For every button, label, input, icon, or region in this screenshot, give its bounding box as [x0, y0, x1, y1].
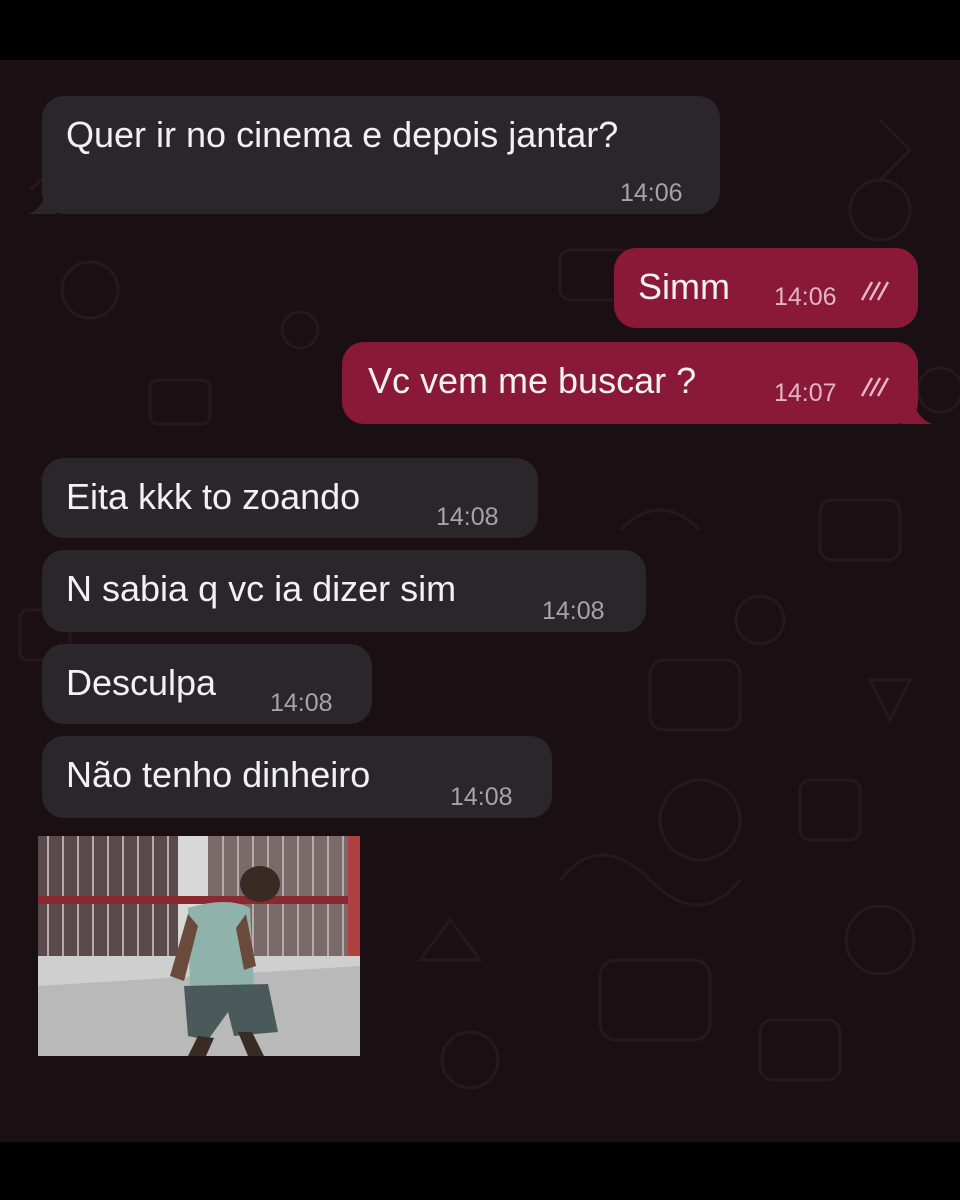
message-time: 14:07: [774, 379, 837, 407]
message-text: Quer ir no cinema e depois jantar?: [66, 114, 619, 155]
bottom-black-bar: [0, 1142, 960, 1200]
double-check-icon: [860, 377, 890, 397]
message-text: Não tenho dinheiro: [66, 754, 371, 795]
message-text: N sabia q vc ia dizer sim: [66, 568, 457, 609]
message-time: 14:08: [542, 597, 605, 625]
message-time: 14:08: [450, 783, 513, 811]
message-time: 14:06: [774, 283, 837, 311]
message-time: 14:08: [436, 503, 499, 531]
video-thumbnail[interactable]: [38, 836, 360, 1056]
bubble-tail-incoming: [28, 186, 56, 214]
bubble-tail-outgoing: [902, 396, 932, 424]
message-bubble-outgoing[interactable]: Vc vem me buscar ? 14:07: [342, 342, 918, 424]
message-bubble-incoming[interactable]: N sabia q vc ia dizer sim 14:08: [42, 550, 646, 632]
message-time: 14:08: [270, 689, 333, 717]
message-text: Desculpa: [66, 662, 217, 703]
message-text: Simm: [638, 266, 730, 307]
top-black-bar: [0, 0, 960, 60]
message-bubble-incoming[interactable]: Eita kkk to zoando 14:08: [42, 458, 538, 538]
man-walking-image: [38, 836, 360, 1056]
message-time: 14:06: [620, 179, 683, 207]
message-bubble-incoming[interactable]: Quer ir no cinema e depois jantar? 14:06: [42, 96, 720, 214]
message-bubble-outgoing[interactable]: Simm 14:06: [614, 248, 918, 328]
double-check-icon: [860, 281, 890, 301]
message-text: Eita kkk to zoando: [66, 476, 361, 517]
message-text: Vc vem me buscar ?: [368, 360, 697, 401]
message-bubble-incoming[interactable]: Desculpa 14:08: [42, 644, 372, 724]
message-bubble-incoming[interactable]: Não tenho dinheiro 14:08: [42, 736, 552, 818]
